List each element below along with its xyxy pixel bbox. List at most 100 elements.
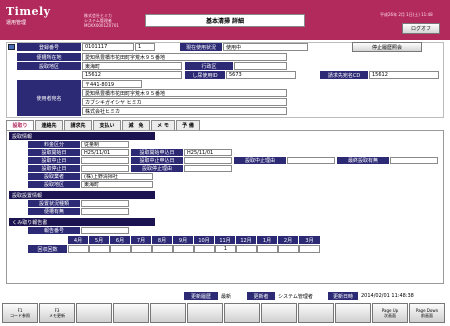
district-label: 設取地区 xyxy=(28,181,80,188)
midstop-apply-label: 設取中止申込日 xyxy=(131,157,183,164)
last-collect-label: 最終設取有無 xyxy=(337,157,389,164)
month-count[interactable] xyxy=(173,245,194,253)
month-count[interactable] xyxy=(68,245,89,253)
fee-label: 料金区分 xyxy=(28,141,80,148)
tab-billing[interactable]: 請求先 xyxy=(64,120,92,130)
fkey-label: 次画面 xyxy=(384,313,396,318)
function-key[interactable] xyxy=(224,303,260,323)
midstop-apply-field[interactable] xyxy=(184,157,232,164)
status-label: 現在使用状況 xyxy=(180,43,222,51)
function-key[interactable] xyxy=(150,303,186,323)
month-header: 12月 xyxy=(236,236,257,244)
month-count[interactable] xyxy=(131,245,152,253)
area-field[interactable]: 東海町 xyxy=(82,62,182,70)
report-no-field[interactable] xyxy=(81,227,129,234)
month-count[interactable] xyxy=(299,245,320,253)
facility-type-field[interactable] xyxy=(81,200,129,207)
start-date-field[interactable]: H25/11/01 xyxy=(81,149,129,156)
pause-reason-field[interactable] xyxy=(184,165,232,172)
tab-payment[interactable]: 支払い xyxy=(93,120,121,130)
history-label: 更新履歴 xyxy=(184,292,218,300)
tab-reduction[interactable]: 減 免 xyxy=(122,120,150,130)
tab-reserve[interactable]: 予 備 xyxy=(176,120,200,130)
reg-no-label: 登録番号 xyxy=(17,43,81,51)
month-count[interactable] xyxy=(278,245,299,253)
owner-kana-field[interactable]: カブシキガイシヤ ヒミカ xyxy=(82,98,287,106)
function-key[interactable] xyxy=(261,303,297,323)
record-icon xyxy=(8,44,15,50)
date-display: 平成26年 2月 1日(土) 11:48 xyxy=(380,12,433,18)
tab-memo[interactable]: メ モ xyxy=(151,120,175,130)
function-key[interactable] xyxy=(113,303,149,323)
start-apply-label: 設取開始申込日 xyxy=(131,149,183,156)
tab-collection[interactable]: 設取り xyxy=(6,120,34,130)
pause-field[interactable] xyxy=(81,165,129,172)
month-header: 2月 xyxy=(278,236,299,244)
start-date-label: 設取開始日 xyxy=(28,149,80,156)
billing-label: 請求先宛名CD xyxy=(320,71,368,79)
month-count[interactable] xyxy=(257,245,278,253)
owner-address-field[interactable]: 愛知県豊橋市花田町字荒木９５番地 xyxy=(82,89,287,97)
function-key[interactable] xyxy=(187,303,223,323)
month-header: 9月 xyxy=(173,236,194,244)
logo-text: Timely xyxy=(6,5,51,18)
month-count[interactable] xyxy=(89,245,110,253)
updater-field: システム管理者 xyxy=(278,293,313,300)
facility-section-header: 設取設置情報 xyxy=(9,191,155,199)
month-header: 7月 xyxy=(131,236,152,244)
stop-history-button[interactable]: 停止履歴照会 xyxy=(352,42,422,52)
logoff-label: ログオフ xyxy=(410,26,431,32)
owner-label: 使用者宛名 xyxy=(17,80,81,116)
screen-id: MOXX0001Z0701 xyxy=(84,23,119,28)
month-header: 8月 xyxy=(152,236,173,244)
vendor-field[interactable]: (株)上野清掃社 xyxy=(81,173,153,180)
updated-label: 更新日時 xyxy=(328,292,358,300)
month-header: 6月 xyxy=(110,236,131,244)
month-count[interactable]: 1 xyxy=(215,245,236,253)
month-header: 10月 xyxy=(194,236,215,244)
count-row: 1 xyxy=(68,245,320,253)
function-key[interactable] xyxy=(76,303,112,323)
function-key[interactable] xyxy=(298,303,334,323)
meter-field[interactable]: 5673 xyxy=(226,71,296,79)
midstop-field[interactable] xyxy=(81,157,129,164)
month-count[interactable] xyxy=(194,245,215,253)
month-count[interactable] xyxy=(236,245,257,253)
district-field[interactable]: 東海町 xyxy=(81,181,153,188)
location-field[interactable]: 愛知県豊橋市花田町字荒木９５番地 xyxy=(82,53,287,61)
postal-field[interactable]: 〒441-8019 xyxy=(82,80,142,88)
page-up-key[interactable]: Page Up 次画面 xyxy=(372,303,408,323)
area-label: 設取地区 xyxy=(17,62,81,70)
admin-area-label: 行政区 xyxy=(185,62,233,70)
month-count[interactable] xyxy=(110,245,131,253)
reg-no-sub-field[interactable]: 1 xyxy=(135,43,155,51)
date-text: 平成26年 2月 1日(土) xyxy=(380,12,420,17)
facility-type-label: 設置状況種類 xyxy=(28,200,80,207)
admin-area-field[interactable] xyxy=(234,62,287,70)
app-logo: Timely 運用管理 xyxy=(6,5,51,26)
pause-label: 設取停止日 xyxy=(28,165,80,172)
midstop-reason-label: 設取中止理由 xyxy=(234,157,286,164)
fee-field[interactable]: 従量制 xyxy=(81,141,129,148)
owner-name-field[interactable]: 株式会社ヒミカ xyxy=(82,107,287,115)
function-key[interactable] xyxy=(335,303,371,323)
vendor-label: 設取業者 xyxy=(28,173,80,180)
f1-key[interactable]: F1 コード参照 xyxy=(2,303,38,323)
billing-field[interactable]: 15612 xyxy=(369,71,439,79)
code-field[interactable]: 15612 xyxy=(82,71,182,79)
month-header: 4月 xyxy=(68,236,89,244)
logo-subtitle: 運用管理 xyxy=(6,20,27,26)
logoff-button[interactable]: ログオフ xyxy=(402,23,440,34)
f3-key[interactable]: F3 メモ更新 xyxy=(39,303,75,323)
page-down-key[interactable]: Page Down 前画面 xyxy=(409,303,445,323)
tab-contact[interactable]: 連絡先 xyxy=(35,120,63,130)
start-apply-field[interactable]: H25/11/01 xyxy=(184,149,232,156)
reg-no-field[interactable]: 0101117 xyxy=(82,43,134,51)
meter-label: し尿使用ID xyxy=(185,71,225,79)
last-collect-field[interactable] xyxy=(390,157,438,164)
month-header: 5月 xyxy=(89,236,110,244)
tank-field[interactable] xyxy=(81,208,129,215)
month-count[interactable] xyxy=(152,245,173,253)
midstop-reason-field[interactable] xyxy=(287,157,335,164)
screen-title-text: 基本清掃 詳細 xyxy=(205,18,245,25)
